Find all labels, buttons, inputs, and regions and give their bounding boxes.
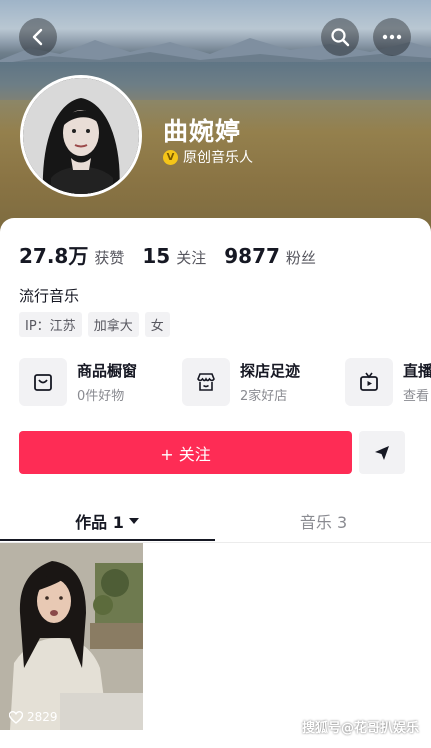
feature-title: 直播 [403,362,431,380]
follow-button[interactable]: + 关注 [19,431,352,474]
feature-store-visits[interactable]: 探店足迹 2家好店 [182,358,300,406]
feature-entries: 商品橱窗 0件好物 探店足迹 2家好店 直播 查看 [19,358,431,410]
live-tv-icon [345,358,393,406]
tab-works[interactable]: 作品 1 [0,502,215,541]
feature-subtitle: 2家好店 [240,389,288,404]
more-dots-icon [382,34,402,40]
shop-bag-icon [19,358,67,406]
profile-bio: 流行音乐 [19,287,80,305]
store-icon [182,358,230,406]
chevron-left-icon [32,28,43,46]
tag-gender: 女 [144,312,170,337]
tag-country: 加拿大 [87,312,139,337]
verified-row: V 原创音乐人 [163,147,253,167]
feature-title: 商品橱窗 [77,362,138,380]
search-button[interactable] [321,18,359,56]
profile-cover: 曲婉婷 V 原创音乐人 [0,0,431,240]
video-likes-count: 2829 [27,710,58,724]
stats-row: 27.8万 获赞 15 关注 9877 粉丝 [19,240,334,269]
video-frame-image [0,543,143,730]
avatar[interactable] [20,75,142,197]
feature-subtitle: 0件好物 [77,389,125,404]
tab-music[interactable]: 音乐 3 [216,502,431,540]
feature-live[interactable]: 直播 查看 [345,358,431,406]
tab-active-indicator [0,539,215,541]
profile-tags: IP：江苏 加拿大 女 [19,312,176,337]
share-button[interactable] [359,431,405,474]
watermark-text: 搜狐号@花哥扒娱乐 [301,721,419,736]
tab-works-label: 作品 1 [75,513,124,532]
back-button[interactable] [19,18,57,56]
tag-ip-location: IP：江苏 [19,312,82,337]
likes-label: 获赞 [94,249,125,267]
followers-label[interactable]: 粉丝 [286,247,316,268]
followers-count[interactable]: 9877 [224,244,280,268]
following-label[interactable]: 关注 [176,247,206,268]
following-count[interactable]: 15 [142,244,170,268]
feature-subtitle: 查看 [403,389,430,404]
feature-shop-window[interactable]: 商品橱窗 0件好物 [19,358,137,406]
video-likes: 2829 [9,710,58,724]
verified-label: 原创音乐人 [183,150,253,166]
more-button[interactable] [373,18,411,56]
video-thumbnail[interactable]: 2829 [0,543,143,730]
send-icon [375,445,389,460]
profile-name: 曲婉婷 [163,117,242,146]
caret-down-icon [128,518,139,524]
heart-icon [9,710,23,724]
avatar-portrait-image [23,78,139,194]
feature-title: 探店足迹 [240,362,301,380]
content-tabs: 作品 1 音乐 3 [0,502,431,543]
verified-badge-icon: V [163,149,178,165]
likes-count: 27.8万 [19,244,89,268]
search-icon [331,28,350,47]
